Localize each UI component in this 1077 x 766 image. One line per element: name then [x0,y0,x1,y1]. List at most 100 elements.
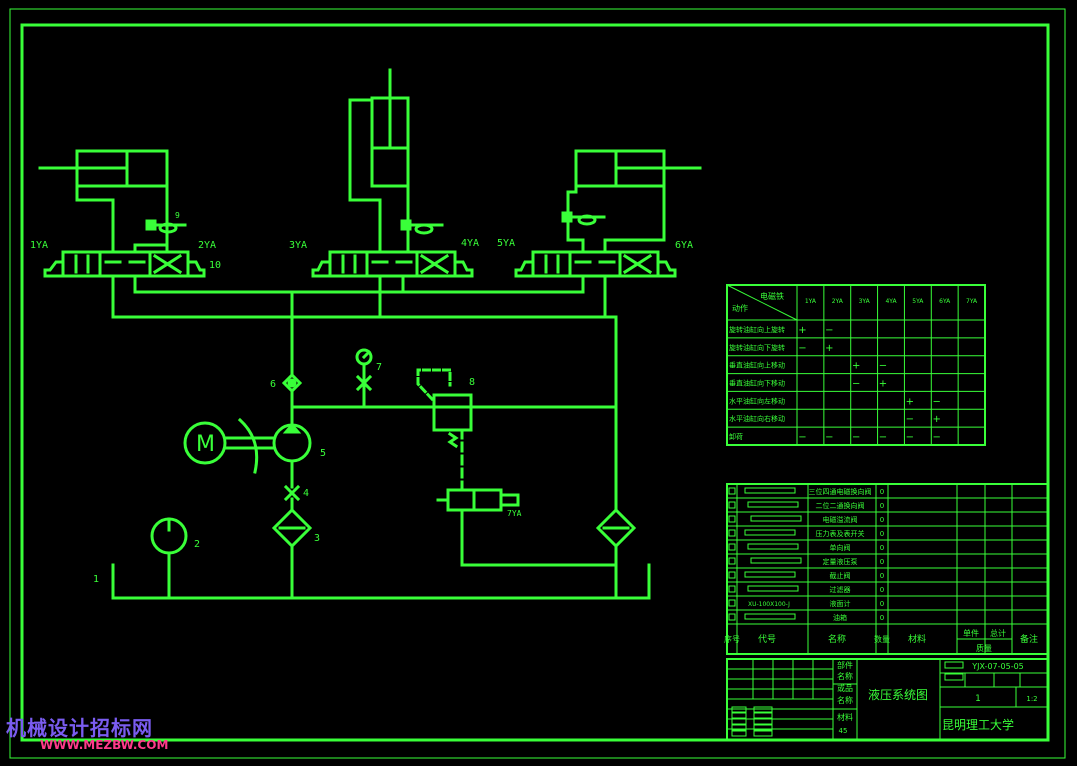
table-cell: + [798,325,806,336]
filter-3 [271,507,313,600]
bom-unit: 单件 [963,628,979,638]
part-name-label-2: 名称 [837,671,853,681]
horizontal-cylinder [566,149,702,254]
table-cell: − [798,432,806,443]
table-col-1YA: 1YA [805,298,817,305]
part-name: 二位二通换向阀 [816,501,865,510]
part-name: 电磁溢流阀 [823,515,858,524]
table-row-label: 旋转油缸向上旋转 [729,325,785,334]
label-3: 3 [314,533,320,544]
pressure-lines [111,290,618,512]
table-col-5YA: 5YA [912,298,924,305]
part-qty: 0 [880,516,884,524]
pressure-gauge-7 [355,348,373,392]
watermark: 机械设计招标网 [6,716,153,740]
part-name-label-1: 部件 [837,660,853,670]
table-cell: − [933,396,941,407]
table-cell: − [879,361,887,372]
label-2: 2 [194,539,200,550]
check-valve-9 [133,219,187,254]
table-row-label: 水平油缸向左移动 [729,396,785,405]
part-qty: 0 [880,488,884,496]
table-row-label: 旋转油缸向下旋转 [729,343,785,352]
table-col-7YA: 7YA [966,298,978,305]
drawing-qty: 1 [975,694,981,704]
bom-remark: 备注 [1020,633,1038,645]
table-row-label: 水平油缸向右移动 [729,414,785,423]
table-cell: + [933,414,941,425]
label-6: 6 [270,379,276,390]
bom-code: 代号 [758,634,776,645]
part-qty: 0 [880,572,884,580]
motor-label: M [196,432,215,457]
school-name: 昆明理工大学 [942,717,1014,732]
bom-weight: 质量 [976,643,992,653]
valve-left [43,250,206,319]
drawing-title: 液压系统图 [868,687,928,702]
part-name: 截止阀 [830,571,851,580]
label-8: 8 [469,377,475,388]
part-qty: 0 [880,558,884,566]
table-cell: + [852,361,860,372]
watermark-url: WWW.MEZBW.COM [40,738,169,752]
label-5YA: 5YA [497,238,515,249]
label-4YA: 4YA [461,238,479,249]
table-cell: − [852,432,860,443]
label-7: 7 [376,362,382,373]
part-name: 三位四通电磁换向阀 [809,487,872,496]
table-col-2YA: 2YA [832,298,844,305]
shutoff-valve-4 [283,484,301,512]
table-row-label: 垂直油缸向上移动 [729,361,785,370]
table-cell: + [906,396,914,407]
label-1: 1 [93,574,99,585]
label-3YA: 3YA [289,240,307,251]
relief-valve-8 [416,368,473,492]
table-col-6YA: 6YA [939,298,951,305]
label-1YA: 1YA [30,240,48,251]
part-name: 压力表及表开关 [816,529,865,538]
table-cell: − [906,432,914,443]
table-cell: − [879,432,887,443]
part-qty: 0 [880,544,884,552]
table-cell: − [852,379,860,390]
part-qty: 0 [880,614,884,622]
table-cell: − [825,325,833,336]
pump-5 [272,422,312,489]
rotary-cylinder [38,149,169,254]
vertical-cylinder [348,68,410,254]
material-label: 材料 [837,712,853,722]
label-9: 9 [175,211,180,220]
title-block: 部件名称或品名称材料45液压系统图YJX-07-05-051 1:2昆明理工大学 [726,658,1049,741]
table-cell: − [933,432,941,443]
drawing-code: YJX-07-05-05 [971,662,1024,671]
table-cell: − [798,343,806,354]
tank-1 [111,563,651,600]
table-col-4YA: 4YA [885,298,897,305]
table-header-top: 电磁铁 [760,291,784,301]
bom-total: 总计 [990,628,1006,638]
table-row-label: 卸荷 [729,432,743,441]
table-cell: + [879,379,887,390]
table-col-3YA: 3YA [859,298,871,305]
table-cell: − [825,432,833,443]
drawing-scale: 1:2 [1026,695,1037,703]
drawing-name-label-1: 或品 [837,683,853,693]
table-row-label: 垂直油缸向下移动 [729,379,785,388]
parts-list: 三位四通电磁换向阀 0 二位二通换向阀 0 电磁溢流阀 0 压力表及表开关 0 单向阀 0 定量液压… [724,483,1049,655]
label-2YA: 2YA [198,240,216,251]
label-4: 4 [303,488,309,499]
table-header-left: 动作 [732,303,748,313]
part-qty: 0 [880,600,884,608]
part-code: XU-100X100-J [748,601,790,608]
valve-middle [311,219,474,319]
table-cell: + [825,343,833,354]
label-6YA: 6YA [675,240,693,251]
label-5: 5 [320,448,326,459]
bom-seq: 序号 [724,634,740,644]
part-qty: 0 [880,502,884,510]
inner-frame [20,23,1050,742]
bom-name: 名称 [828,633,846,645]
part-name: 过滤器 [830,585,851,594]
table-cell: − [906,414,914,425]
solenoid-table: 电磁铁动作 1YA 2YA 3YA 4YA 5YA 6YA 7YA 旋转油缸向上旋转 + − 旋转油缸… [726,284,986,446]
